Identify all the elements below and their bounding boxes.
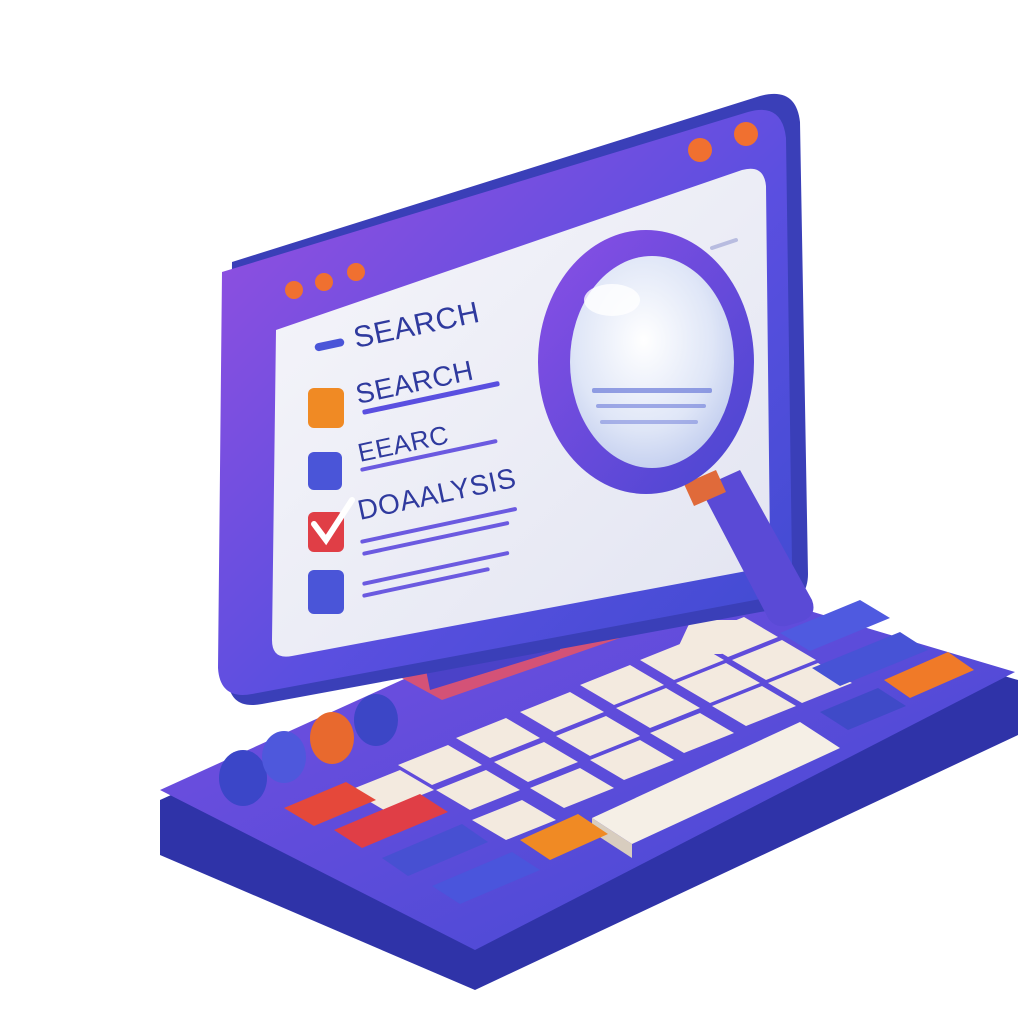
window-control-dot[interactable] [315,273,333,291]
window-control-dot[interactable] [688,138,712,162]
checkbox-orange[interactable] [308,388,344,428]
lens-glare [584,284,640,316]
knob[interactable] [219,750,267,806]
checkbox-blue[interactable] [308,570,344,614]
window-control-dot[interactable] [347,263,365,281]
checkbox-blue[interactable] [308,452,342,490]
window-control-dot[interactable] [285,281,303,299]
computer-search-illustration: SEARCH SEARCH EEARC DOAALYSIS [160,93,1018,990]
window-control-dot[interactable] [734,122,758,146]
knob[interactable] [310,712,354,764]
knob[interactable] [354,694,398,746]
knob[interactable] [262,731,306,783]
